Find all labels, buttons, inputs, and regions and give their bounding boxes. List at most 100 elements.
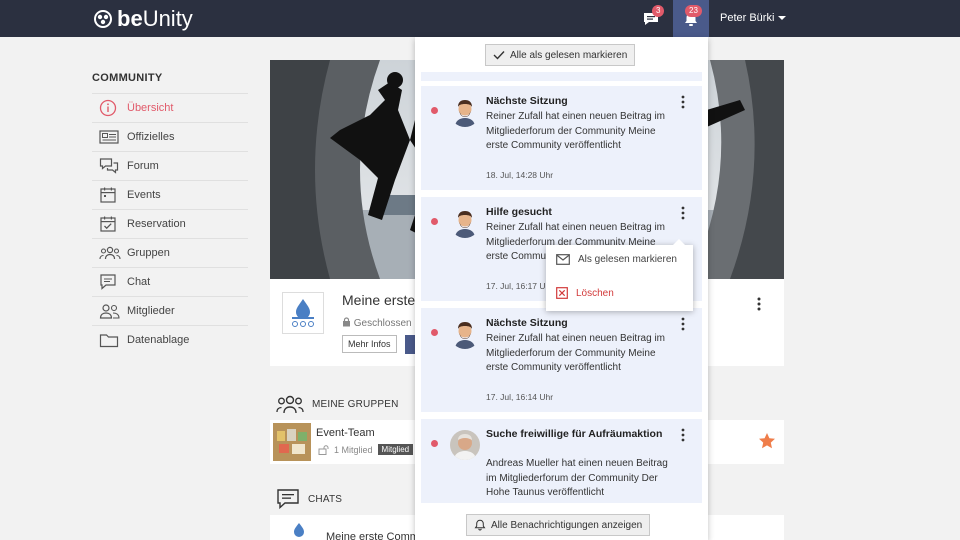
calendar-check-icon [99,215,121,233]
more-info-button[interactable]: Mehr Infos [342,335,397,353]
caret-down-icon [778,16,787,21]
closed-label: Geschlossen [353,318,412,329]
notification-context-menu: Als gelesen markieren Löschen [546,239,693,311]
chat-name: Meine erste Comm [326,531,419,540]
mark-as-read-label: Als gelesen markieren [578,254,677,265]
avatar [450,430,480,460]
sidebar-item-label: Übersicht [127,102,174,114]
mark-all-read-button[interactable]: Alle als gelesen markieren [485,44,636,66]
user-menu[interactable]: Peter Bürki [720,12,787,24]
lock-icon [343,317,350,327]
mark-as-read-menu-item[interactable]: Als gelesen markieren [556,254,677,265]
show-all-label: Alle Benachrichtigungen anzeigen [491,519,643,531]
sidebar-item-label: Datenablage [127,334,190,346]
join-button[interactable] [405,335,415,354]
notification-time: 17. Jul, 16:14 Uhr [486,392,554,402]
logo-be: be [117,6,143,31]
sidebar-item-label: Mitglieder [127,305,175,317]
notification-title: Nächste Sitzung [486,317,568,329]
notification-menu-button[interactable] [679,428,687,442]
community-logo [282,292,324,334]
sidebar-item-files[interactable]: Datenablage [92,325,248,354]
group-name: Event-Team [316,427,375,439]
sidebar-item-label: Chat [127,276,151,288]
star-icon [759,433,775,449]
group-member-count: 1 Mitglied [334,444,373,455]
sidebar-item-reservation[interactable]: Reservation [92,209,248,238]
my-groups-header: MEINE GRUPPEN [276,394,399,414]
unread-dot [431,440,438,447]
notification-menu-button[interactable] [679,95,687,109]
more-vertical-icon [757,297,761,311]
chat-avatar [294,523,304,537]
notification-item[interactable]: Nächste Sitzung Reiner Zufall hat einen … [421,308,702,412]
top-bar: be Unity 3 23 Peter Bürki [0,0,960,37]
card-menu-button[interactable] [754,296,764,312]
delete-label: Löschen [576,287,614,299]
unread-dot [431,107,438,114]
members-icon [99,302,121,320]
chat-icon [277,489,299,510]
more-vertical-icon [681,317,685,331]
newspaper-icon [99,128,121,146]
forum-icon [99,157,121,175]
logo-unity: Unity [142,6,193,31]
notification-title: Hilfe gesucht [486,206,552,218]
delete-icon [556,287,568,299]
logo[interactable]: be Unity [92,6,193,32]
more-vertical-icon [681,95,685,109]
calendar-icon [99,186,121,204]
closed-status: Geschlossen [342,317,412,329]
chat-badge: 3 [652,5,665,17]
avatar [450,319,480,349]
sidebar: COMMUNITY Übersicht Offizielles Forum Ev… [92,72,248,354]
favorite-star-button[interactable] [758,432,776,455]
unlock-icon [318,444,329,455]
notification-item[interactable]: Suche freiwillige für Aufräumaktion Andr… [421,419,702,503]
sidebar-item-official[interactable]: Offizielles [92,122,248,151]
notification-time: 17. Jul, 16:17 Uhr [486,281,554,291]
chats-header: CHATS [276,488,342,510]
chats-title: CHATS [308,493,343,505]
unread-dot [431,218,438,225]
notification-body: Reiner Zufall hat einen neuen Beitrag im… [486,333,665,373]
more-vertical-icon [681,206,685,220]
info-icon [99,99,121,117]
more-vertical-icon [681,428,685,442]
sidebar-item-label: Events [127,189,161,201]
delete-menu-item[interactable]: Löschen [556,287,614,299]
sidebar-item-label: Offizielles [127,131,175,143]
logo-icon [94,10,112,28]
bell-icon [474,519,486,531]
notifications-badge: 23 [685,5,702,17]
notification-menu-button[interactable] [679,317,687,331]
list-top-edge [421,72,702,81]
group-meta: 1 Mitglied Mitglied [318,444,414,455]
sidebar-item-members[interactable]: Mitglieder [92,296,248,325]
sidebar-item-label: Forum [127,160,159,172]
sidebar-item-groups[interactable]: Gruppen [92,238,248,267]
chat-icon [99,273,121,291]
avatar [450,97,480,127]
sidebar-item-label: Reservation [127,218,186,230]
mark-all-read-label: Alle als gelesen markieren [510,49,628,61]
group-thumbnail [273,423,311,461]
membership-tag: Mitglied [377,444,414,455]
sidebar-title: COMMUNITY [92,72,163,84]
sidebar-item-chat[interactable]: Chat [92,267,248,296]
folder-icon [99,331,121,349]
notifications-button[interactable]: 23 [673,0,709,37]
sidebar-item-overview[interactable]: Übersicht [92,93,248,122]
notification-item[interactable]: Nächste Sitzung Reiner Zufall hat einen … [421,86,702,190]
notification-time: 18. Jul, 14:28 Uhr [486,170,554,180]
notification-title: Nächste Sitzung [486,95,568,107]
chat-notifications-button[interactable]: 3 [636,0,666,37]
my-groups-title: MEINE GRUPPEN [312,398,399,410]
sidebar-item-forum[interactable]: Forum [92,151,248,180]
group-icon [99,244,121,262]
sidebar-item-events[interactable]: Events [92,180,248,209]
notification-menu-button[interactable] [679,206,687,220]
show-all-notifications-button[interactable]: Alle Benachrichtigungen anzeigen [466,514,651,536]
notification-body: Reiner Zufall hat einen neuen Beitrag im… [486,111,665,151]
unread-dot [431,329,438,336]
